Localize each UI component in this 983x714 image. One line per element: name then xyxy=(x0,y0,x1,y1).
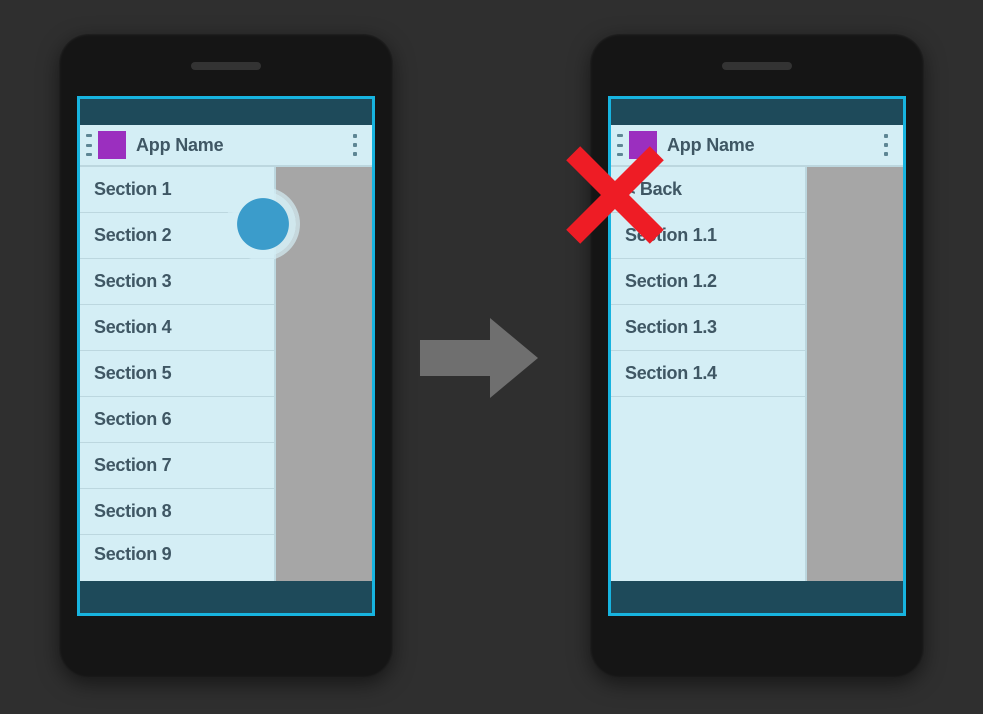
drawer-item[interactable]: Section 1 xyxy=(80,167,274,213)
phone-screen: App Name < Back Section 1.1 Section 1.2 … xyxy=(608,96,906,616)
overflow-menu-icon[interactable] xyxy=(879,134,893,156)
drawer-item[interactable]: Section 8 xyxy=(80,489,274,535)
android-navigation-bar xyxy=(611,581,903,613)
app-title: App Name xyxy=(667,135,754,156)
android-navigation-bar xyxy=(80,581,372,613)
app-icon[interactable] xyxy=(98,131,126,159)
drawer-item[interactable]: Section 1.3 xyxy=(611,305,805,351)
app-icon[interactable] xyxy=(629,131,657,159)
drawer-item[interactable]: Section 1.2 xyxy=(611,259,805,305)
app-title: App Name xyxy=(136,135,223,156)
drawer-item[interactable]: Section 7 xyxy=(80,443,274,489)
phone-screen: App Name Section 1 Section 2 Section 3 S… xyxy=(77,96,375,616)
android-status-bar xyxy=(80,99,372,125)
overflow-menu-icon[interactable] xyxy=(348,134,362,156)
drawer-item[interactable]: Section 4 xyxy=(80,305,274,351)
drawer-item[interactable]: Section 6 xyxy=(80,397,274,443)
navigation-drawer[interactable]: < Back Section 1.1 Section 1.2 Section 1… xyxy=(611,167,807,581)
content-area: Section 1 Section 2 Section 3 Section 4 … xyxy=(80,167,372,581)
drawer-item[interactable]: Section 9 xyxy=(80,535,274,565)
drawer-item[interactable]: Section 1.4 xyxy=(611,351,805,397)
drawer-item[interactable]: Section 1.1 xyxy=(611,213,805,259)
navigation-drawer[interactable]: Section 1 Section 2 Section 3 Section 4 … xyxy=(80,167,276,581)
arrow-right-icon xyxy=(420,318,550,398)
drawer-item[interactable]: Section 2 xyxy=(80,213,274,259)
drawer-back-item[interactable]: < Back xyxy=(611,167,805,213)
drawer-item[interactable]: Section 5 xyxy=(80,351,274,397)
drawer-indicator-icon[interactable] xyxy=(617,134,623,156)
android-status-bar xyxy=(611,99,903,125)
drawer-item[interactable]: Section 3 xyxy=(80,259,274,305)
phone-speaker xyxy=(722,62,792,70)
phone-right: App Name < Back Section 1.1 Section 1.2 … xyxy=(590,34,924,678)
action-bar: App Name xyxy=(611,125,903,167)
phone-speaker xyxy=(191,62,261,70)
content-area: < Back Section 1.1 Section 1.2 Section 1… xyxy=(611,167,903,581)
phone-left: App Name Section 1 Section 2 Section 3 S… xyxy=(59,34,393,678)
action-bar: App Name xyxy=(80,125,372,167)
drawer-indicator-icon[interactable] xyxy=(86,134,92,156)
